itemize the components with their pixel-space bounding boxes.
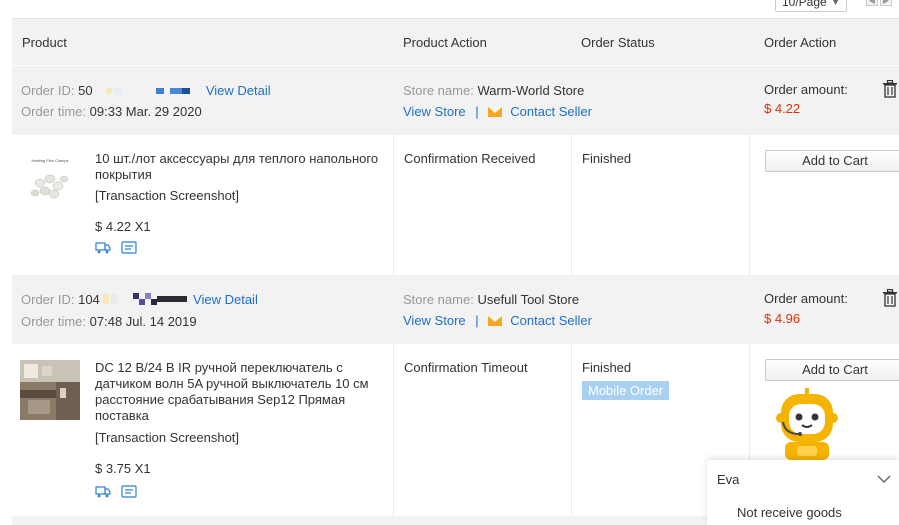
product-thumbnail[interactable] [20, 360, 80, 420]
col-product-action: Product Action [403, 35, 487, 50]
order-body: Heating Film Clamps 10 шт./лот аксессуар… [12, 135, 899, 275]
add-to-cart-button[interactable]: Add to Cart [765, 150, 899, 172]
chat-panel: Eva Not receive goods [707, 460, 899, 525]
product-action-status: Confirmation Received [404, 151, 536, 166]
order-time-label: Order time: [21, 104, 87, 119]
redacted-block [100, 84, 196, 99]
order-id-value: 50 [78, 83, 93, 98]
order-header: Order ID: 50 View Detail Order time: 09:… [12, 66, 899, 135]
order-header: Order ID: 104 View Detail Order time: 07… [12, 275, 899, 344]
col-order-status: Order Status [581, 35, 655, 50]
view-store-link[interactable]: View Store [403, 313, 466, 328]
col-order-action: Order Action [764, 35, 837, 50]
order-time-line: Order time: 07:48 Jul. 14 2019 [21, 314, 197, 329]
order-time-value: 09:33 Mar. 29 2020 [89, 104, 202, 119]
contact-seller-link[interactable]: Contact Seller [510, 313, 592, 328]
order-time-line: Order time: 09:33 Mar. 29 2020 [21, 104, 202, 119]
view-detail-link[interactable]: View Detail [206, 83, 271, 98]
col-product: Product [22, 35, 67, 50]
link-separator: | [475, 313, 479, 328]
view-detail-link[interactable]: View Detail [193, 292, 258, 307]
store-name-value: Warm-World Store [477, 83, 585, 98]
transaction-screenshot-link[interactable]: [Transaction Screenshot] [95, 188, 239, 203]
product-name-link[interactable]: 10 шт./лот аксессуары для теплого наполь… [95, 151, 395, 183]
mail-icon [488, 316, 503, 326]
order-id-label: Order ID: [21, 292, 75, 307]
chevron-down-icon: ▼ [831, 0, 840, 7]
transaction-screenshot-link[interactable]: [Transaction Screenshot] [95, 430, 239, 445]
order-id-line: Order ID: 50 View Detail [21, 83, 271, 99]
chat-agent-name: Eva [717, 472, 740, 487]
trash-icon[interactable] [882, 80, 898, 98]
order-status-value: Finished [582, 151, 632, 166]
pager-arrows: ◀ ▶ [866, 0, 892, 6]
redacted-block [103, 292, 189, 309]
add-to-cart-button[interactable]: Add to Cart [765, 359, 899, 381]
page-size-select[interactable]: 10/Page ▼ [775, 0, 847, 12]
prev-page-icon[interactable]: ◀ [866, 0, 878, 6]
store-name-line: Store name: Usefull Tool Store [403, 292, 579, 307]
product-action-status: Confirmation Timeout [404, 360, 528, 375]
chevron-down-icon[interactable] [877, 474, 891, 484]
order-amount-label: Order amount: [764, 291, 848, 306]
page-size-value: 10/Page [782, 0, 827, 9]
receipt-icon[interactable] [121, 485, 137, 498]
product-price-qty: $ 4.22 X1 [95, 219, 151, 234]
link-separator: | [475, 104, 479, 119]
order-time-label: Order time: [21, 314, 87, 329]
product-thumbnail[interactable]: Heating Film Clamps [20, 153, 80, 213]
truck-icon[interactable] [95, 241, 111, 254]
next-page-icon[interactable]: ▶ [880, 0, 892, 6]
store-name-label: Store name: [403, 83, 474, 98]
mail-icon [488, 107, 503, 117]
product-action-icons [95, 485, 137, 498]
order-id-line: Order ID: 104 View Detail [21, 292, 258, 309]
store-name-value: Usefull Tool Store [477, 292, 580, 307]
table-header: Product Product Action Order Status Orde… [12, 18, 899, 65]
robot-assistant-icon[interactable] [775, 388, 839, 460]
store-links: View Store | Contact Seller [403, 104, 592, 119]
product-price-qty: $ 3.75 X1 [95, 461, 151, 476]
order-id-label: Order ID: [21, 83, 75, 98]
view-store-link[interactable]: View Store [403, 104, 466, 119]
order-status-value: Finished [582, 360, 632, 375]
order-amount-value: $ 4.22 [764, 101, 801, 116]
contact-seller-link[interactable]: Contact Seller [510, 104, 592, 119]
store-name-line: Store name: Warm-World Store [403, 83, 584, 98]
order-amount-label: Order amount: [764, 82, 848, 97]
order-id-value: 104 [78, 292, 100, 307]
trash-icon[interactable] [882, 289, 898, 307]
truck-icon[interactable] [95, 485, 111, 498]
order-time-value: 07:48 Jul. 14 2019 [89, 314, 197, 329]
store-name-label: Store name: [403, 292, 474, 307]
mobile-order-badge: Mobile Order [582, 381, 670, 400]
thumb-caption: Heating Film Clamps [31, 158, 68, 163]
receipt-icon[interactable] [121, 241, 137, 254]
store-links: View Store | Contact Seller [403, 313, 592, 328]
chat-quick-reply[interactable]: Not receive goods [737, 505, 842, 520]
product-name-link[interactable]: DC 12 В/24 В IR ручной переключатель с д… [95, 360, 395, 424]
product-action-icons [95, 241, 137, 254]
order-amount-value: $ 4.96 [764, 311, 801, 326]
